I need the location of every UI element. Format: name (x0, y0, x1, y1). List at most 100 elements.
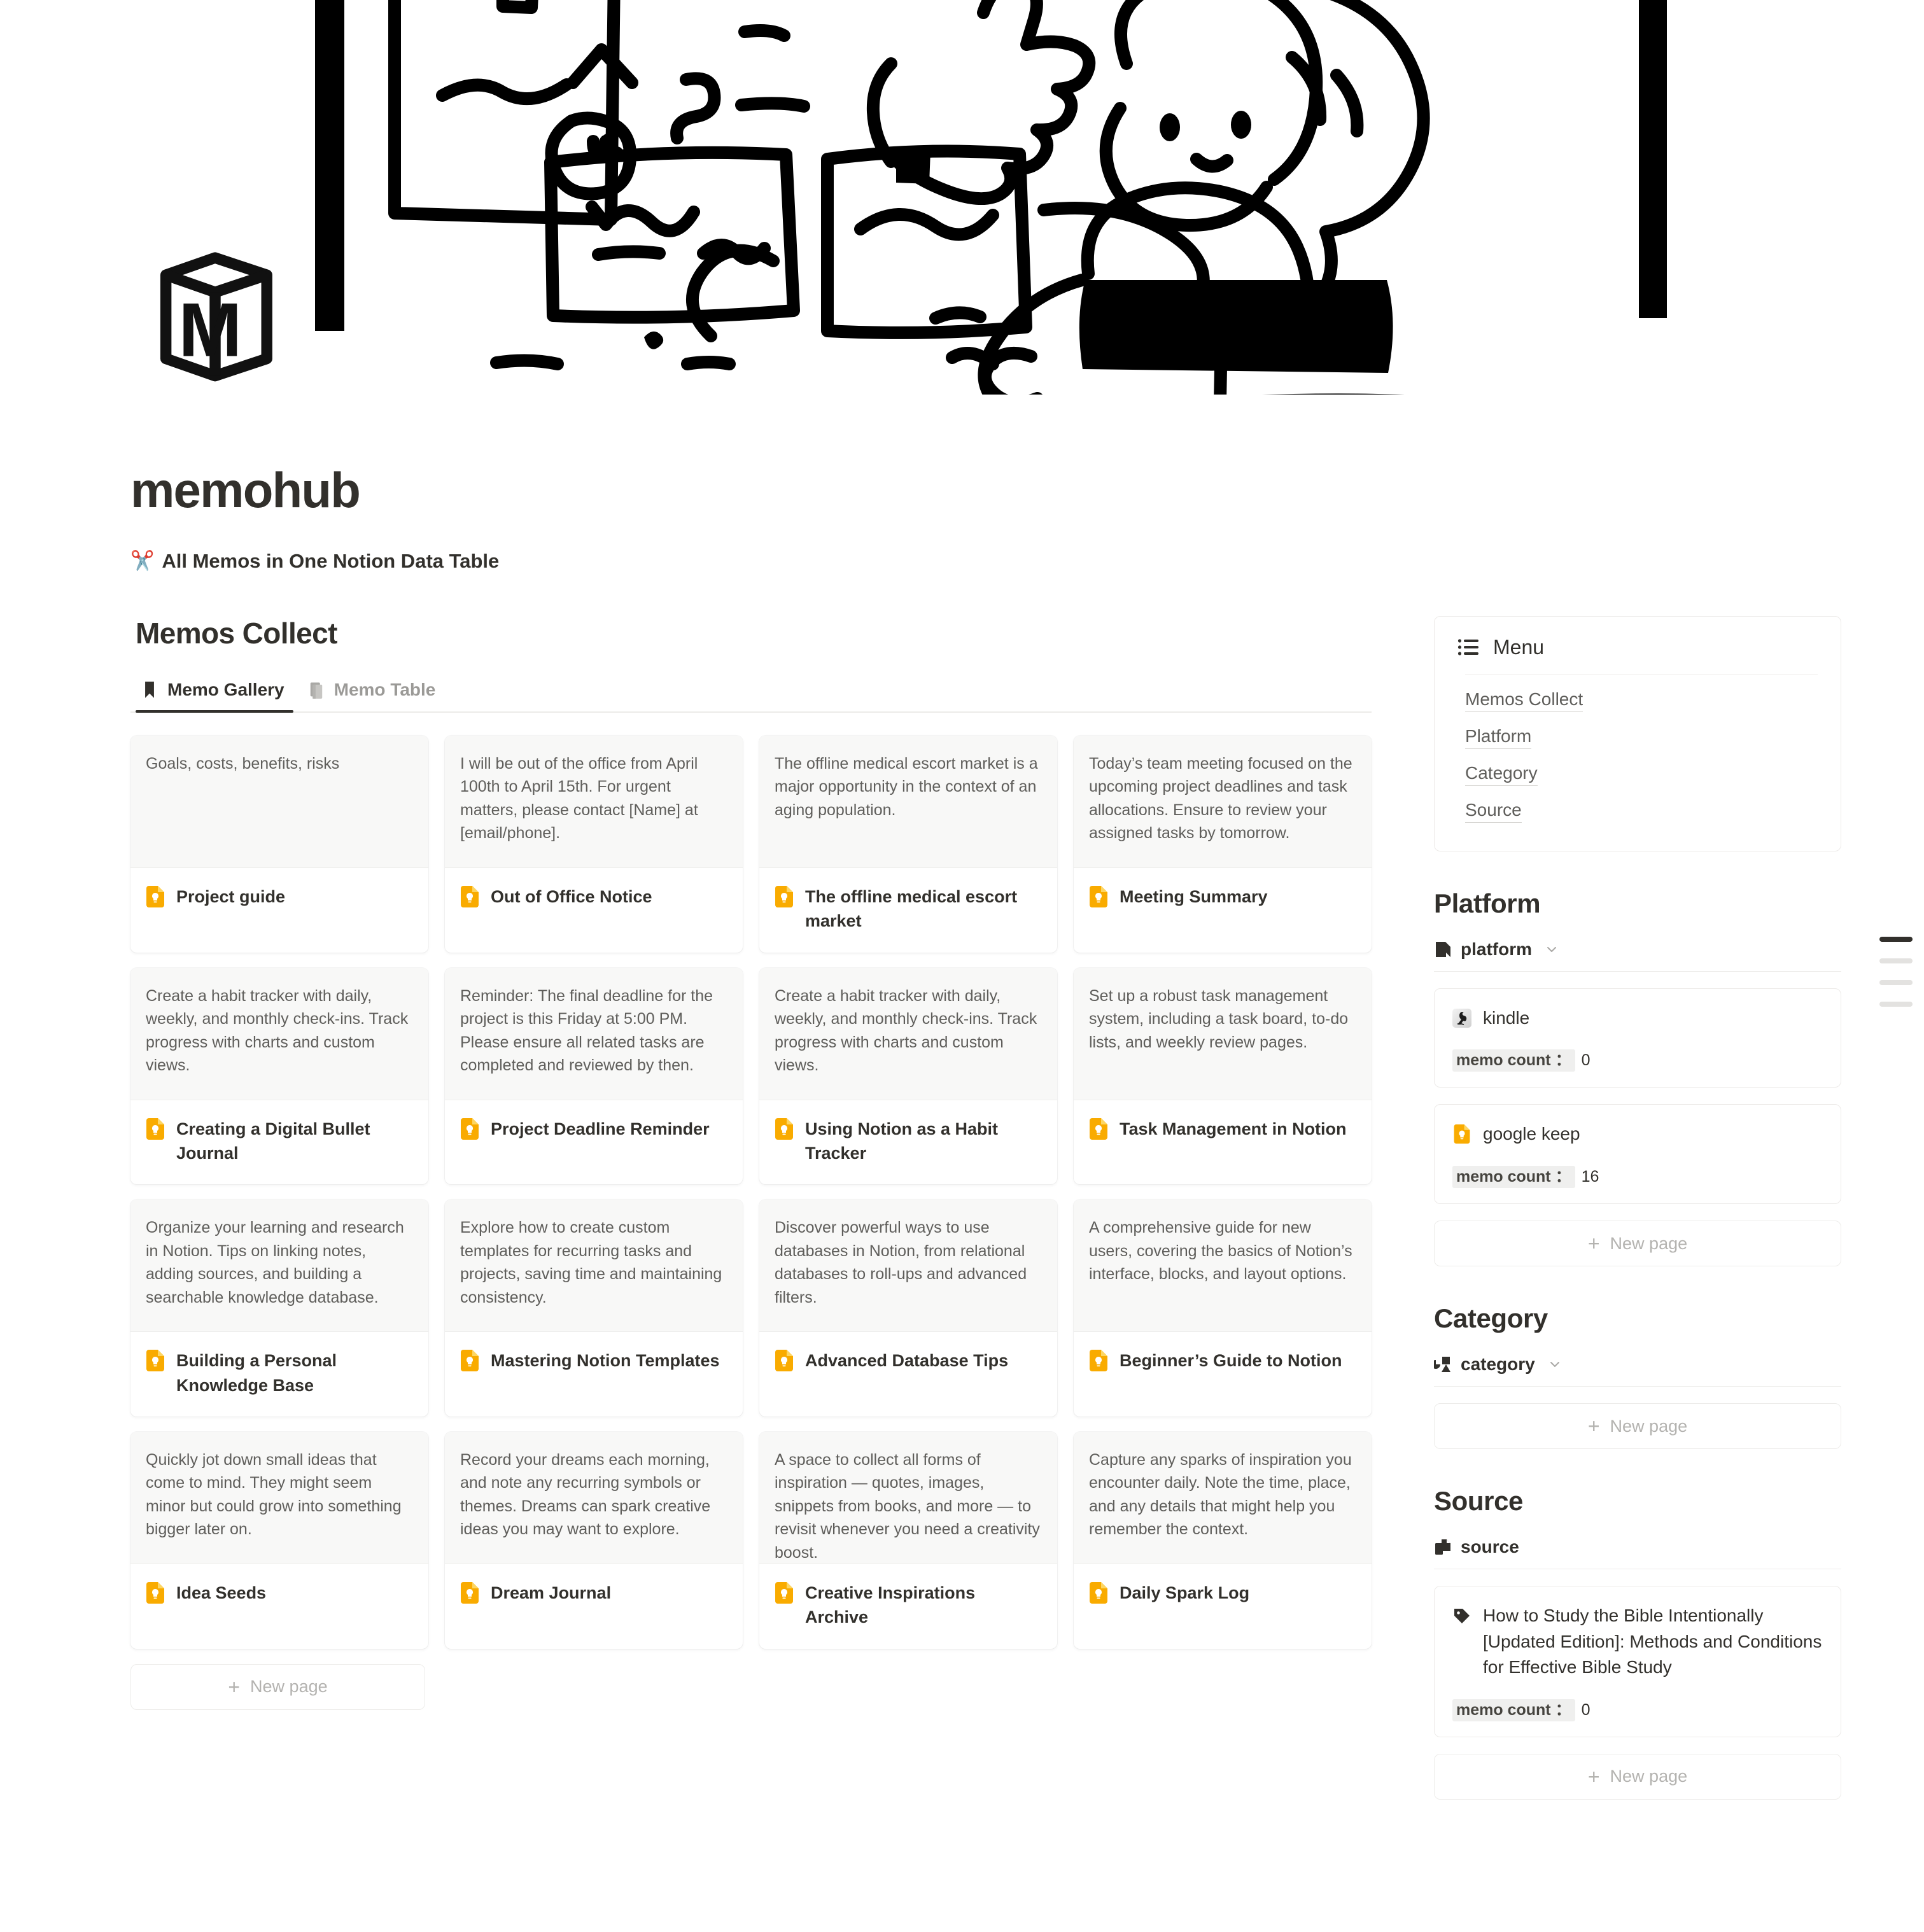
sidebar-section-platform: Platform platform kindle memo count ： 0 googl… (1434, 888, 1841, 1267)
memo-card[interactable]: Reminder: The final deadline for the pro… (445, 967, 743, 1185)
memo-card[interactable]: Today’s team meeting focused on the upco… (1074, 735, 1372, 953)
memo-count-label: memo count ： (1452, 1698, 1575, 1721)
memo-card-preview-text: I will be out of the office from April 1… (460, 754, 698, 843)
books-icon (310, 682, 322, 699)
menu-link-platform[interactable]: Platform (1465, 726, 1532, 749)
google-keep-icon (775, 1117, 793, 1140)
memo-card-preview: Explore how to create custom templates f… (445, 1200, 743, 1333)
memo-card-preview-text: Discover powerful ways to use databases … (775, 1219, 1027, 1306)
memo-card[interactable]: Discover powerful ways to use databases … (759, 1200, 1057, 1417)
toc-bar-4[interactable] (1879, 1002, 1913, 1007)
sidebar-item-card[interactable]: How to Study the Bible Intentionally [Up… (1434, 1586, 1841, 1737)
sidebar-new-page-button[interactable]: + New page (1434, 1221, 1841, 1267)
menu-link-memos-collect[interactable]: Memos Collect (1465, 689, 1583, 712)
memo-card[interactable]: Organize your learning and research in N… (130, 1200, 428, 1417)
memo-card-preview: Record your dreams each morning, and not… (445, 1431, 743, 1564)
table-of-contents-rail[interactable] (1873, 937, 1913, 1007)
menu-link-category[interactable]: Category (1465, 763, 1538, 786)
linked-database-header[interactable]: source (1434, 1537, 1841, 1570)
memo-count-row: memo count ： 0 (1452, 1697, 1823, 1721)
memo-card[interactable]: Explore how to create custom templates f… (445, 1200, 743, 1417)
google-keep-icon (1454, 1124, 1470, 1144)
menu-link-source[interactable]: Source (1465, 800, 1522, 823)
sidebar-column: Menu Memos Collect Platform Category Source… (1434, 615, 1841, 1800)
memo-card[interactable]: Create a habit tracker with daily, weekl… (130, 967, 428, 1185)
sidebar-item-card[interactable]: kindle memo count ： 0 (1434, 988, 1841, 1088)
memo-card[interactable]: I will be out of the office from April 1… (445, 735, 743, 953)
toc-bar-1[interactable] (1879, 937, 1913, 942)
page-subtitle: ✂️ All Memos in One Notion Data Table (130, 550, 1860, 573)
copy-pages-icon (1435, 1539, 1450, 1555)
menu-card: Menu Memos Collect Platform Category Source (1434, 615, 1841, 851)
memo-card-title: Project Deadline Reminder (491, 1119, 710, 1138)
google-keep-icon (146, 1350, 164, 1372)
google-keep-icon (775, 1581, 793, 1604)
memo-card-preview-text: Explore how to create custom templates f… (460, 1219, 722, 1306)
memo-count-value: 0 (1581, 1700, 1590, 1719)
toc-bar-3[interactable] (1879, 980, 1913, 985)
memo-card-preview-text: Record your dreams each morning, and not… (460, 1450, 711, 1539)
memo-card-preview: Quickly jot down small ideas that come t… (130, 1431, 428, 1564)
memo-card-preview: Goals, costs, benefits, risks (130, 735, 428, 868)
menu-header: Menu (1457, 636, 1818, 675)
sidebar-new-page-button[interactable]: + New page (1434, 1403, 1841, 1450)
memo-card-title: Building a Personal Knowledge Base (176, 1351, 337, 1395)
memo-card[interactable]: Create a habit tracker with daily, weekl… (759, 967, 1057, 1185)
linked-database-header[interactable]: platform (1434, 939, 1841, 972)
gallery-new-page-label: New page (250, 1677, 328, 1697)
tab-memo-gallery[interactable]: Memo Gallery (136, 673, 293, 713)
memo-card-footer: Beginner’s Guide to Notion (1074, 1332, 1372, 1401)
memo-card-footer: Project Deadline Reminder (445, 1100, 743, 1169)
memo-card[interactable]: The offline medical escort market is a m… (759, 735, 1057, 953)
memo-card-footer: Using Notion as a Habit Tracker (759, 1100, 1057, 1185)
linked-database-name: source (1461, 1537, 1519, 1557)
memo-card-preview-text: A space to collect all forms of inspirat… (775, 1450, 1040, 1562)
google-keep-icon (775, 885, 793, 907)
memo-card-preview: A space to collect all forms of inspirat… (759, 1431, 1057, 1564)
memo-count-label: memo count ： (1452, 1166, 1575, 1189)
memo-card-preview-text: A comprehensive guide for new users, cov… (1089, 1219, 1352, 1284)
sidebar-new-page-button[interactable]: + New page (1434, 1753, 1841, 1800)
google-keep-icon (146, 1581, 164, 1604)
sidebar-section-source: Source source How to Study the Bible Inten… (1434, 1486, 1841, 1800)
linked-database-name: category (1461, 1354, 1535, 1375)
memo-card-preview-text: Set up a robust task management system, … (1089, 986, 1349, 1051)
memo-card-footer: The offline medical escort market (759, 868, 1057, 953)
sidebar-item-title-row: kindle (1452, 1005, 1823, 1032)
memo-card-title: Using Notion as a Habit Tracker (805, 1119, 999, 1163)
memo-card[interactable]: Set up a robust task management system, … (1074, 967, 1372, 1185)
memo-card-footer: Project guide (130, 868, 428, 937)
tab-memo-table[interactable]: Memo Table (302, 673, 445, 711)
memo-card-preview-text: Quickly jot down small ideas that come t… (146, 1450, 402, 1539)
memo-card[interactable]: A comprehensive guide for new users, cov… (1074, 1200, 1372, 1417)
linked-database-header[interactable]: category (1434, 1354, 1841, 1387)
gallery-new-page-button[interactable]: + New page (130, 1663, 425, 1710)
bookmark-icon (145, 682, 154, 698)
sidebar-item-title: kindle (1483, 1007, 1530, 1028)
memo-card[interactable]: Quickly jot down small ideas that come t… (130, 1431, 428, 1649)
memo-count-value: 16 (1581, 1168, 1599, 1186)
memo-card[interactable]: Goals, costs, benefits, risks Project gui… (130, 735, 428, 953)
memo-card-footer: Out of Office Notice (445, 868, 743, 937)
chevron-down-icon[interactable] (1548, 1357, 1562, 1371)
chevron-down-icon[interactable] (1545, 942, 1559, 956)
memo-card-title: Beginner’s Guide to Notion (1120, 1351, 1342, 1371)
kindle-icon (1452, 1008, 1471, 1028)
google-keep-icon (461, 1350, 479, 1372)
memo-card[interactable]: A space to collect all forms of inspirat… (759, 1431, 1057, 1649)
toc-bar-2[interactable] (1879, 958, 1913, 963)
sidebar-item-title-row: google keep (1452, 1121, 1823, 1147)
memo-card-footer: Idea Seeds (130, 1564, 428, 1633)
memo-card-preview: Set up a robust task management system, … (1074, 967, 1372, 1100)
memo-card[interactable]: Record your dreams each morning, and not… (445, 1431, 743, 1649)
memo-card-footer: Building a Personal Knowledge Base (130, 1332, 428, 1417)
sidebar-item-title-row: How to Study the Bible Intentionally [Up… (1452, 1603, 1823, 1681)
linked-database-name: platform (1461, 939, 1532, 959)
sidebar-section-heading: Platform (1434, 888, 1541, 918)
memo-card[interactable]: Capture any sparks of inspiration you en… (1074, 1431, 1372, 1649)
memo-card-preview: Organize your learning and research in N… (130, 1200, 428, 1333)
memo-card-footer: Creating a Digital Bullet Journal (130, 1100, 428, 1185)
memo-card-footer: Mastering Notion Templates (445, 1332, 743, 1401)
sidebar-new-page-label: New page (1610, 1233, 1688, 1253)
sidebar-item-card[interactable]: google keep memo count ： 16 (1434, 1104, 1841, 1205)
